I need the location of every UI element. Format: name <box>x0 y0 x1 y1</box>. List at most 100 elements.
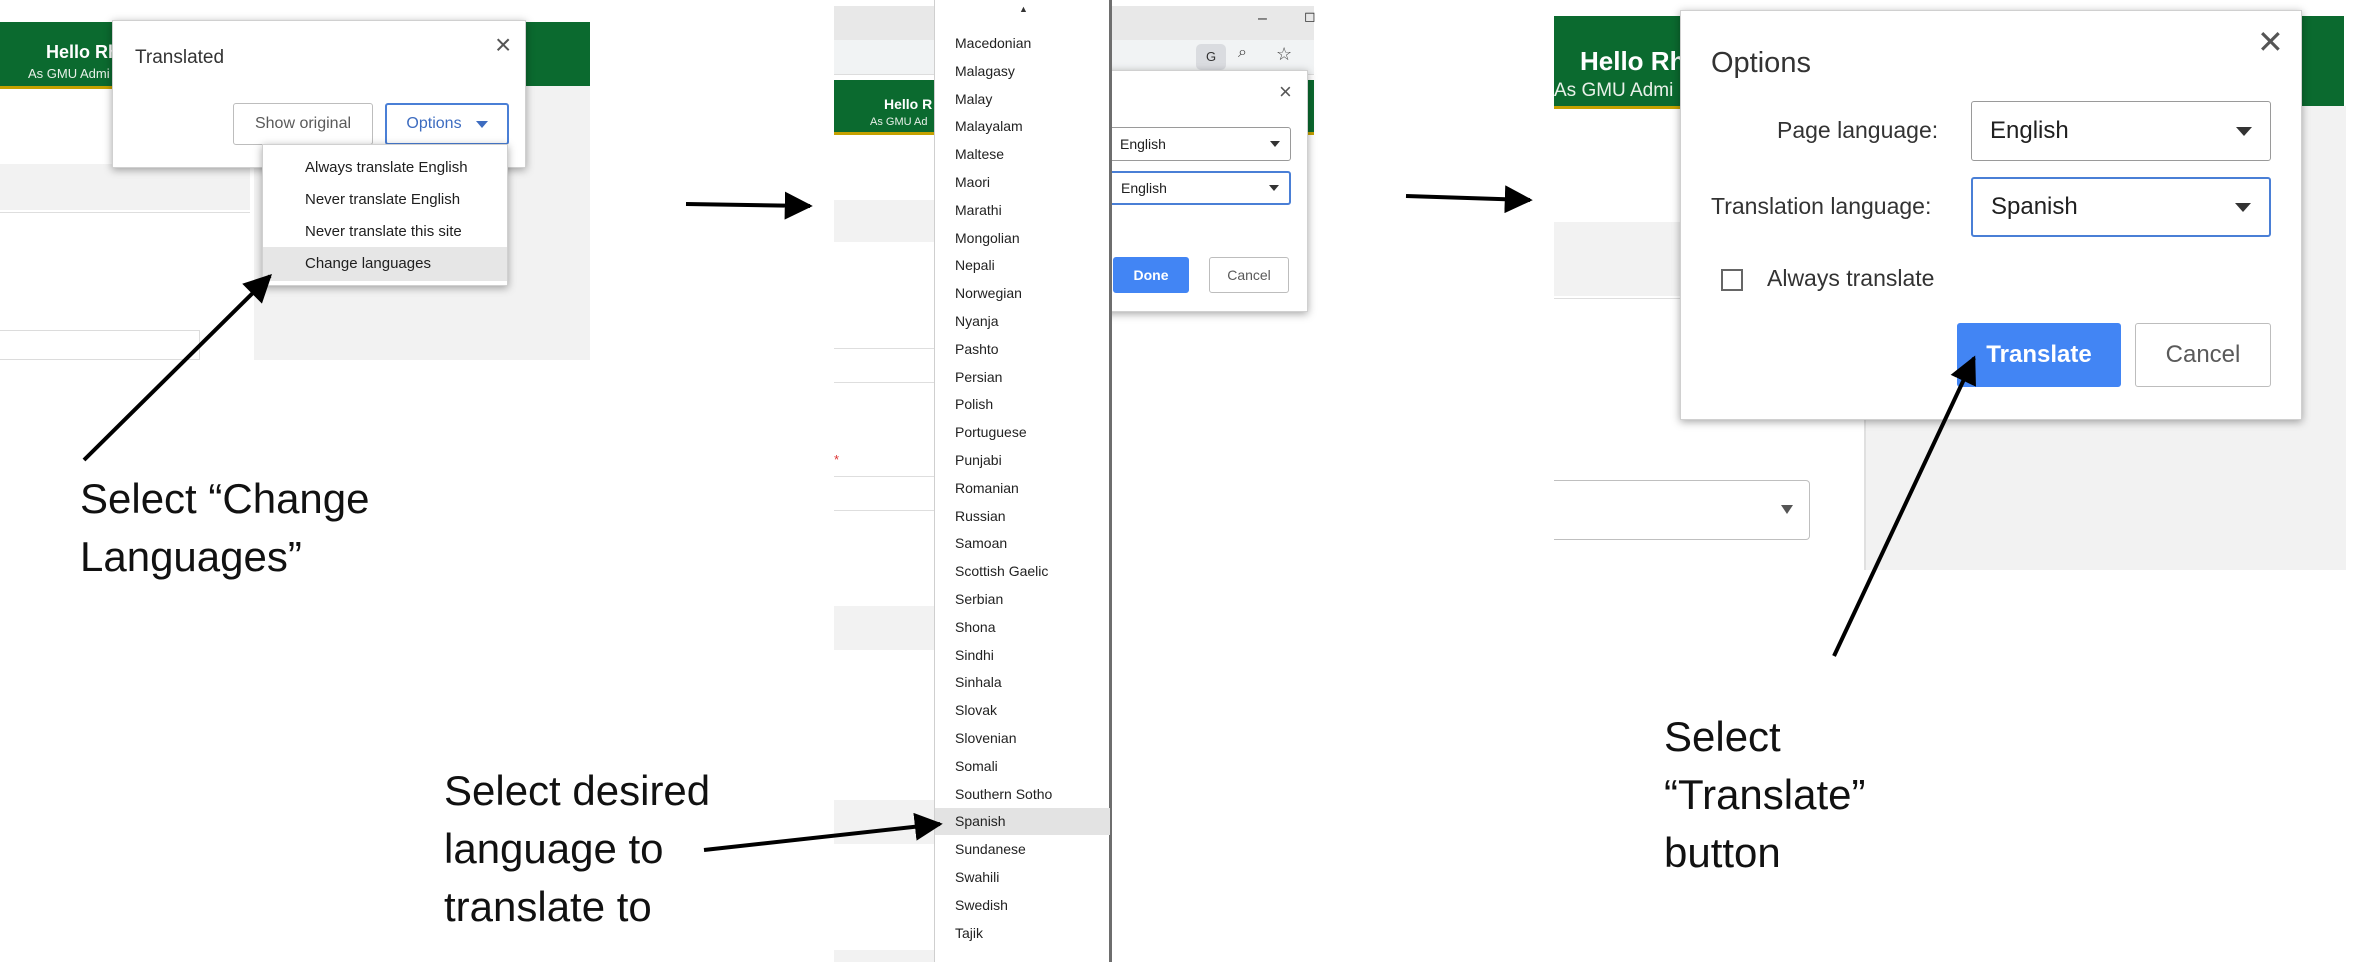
show-original-button[interactable]: Show original <box>233 103 373 145</box>
language-option[interactable]: Somali <box>935 753 1110 780</box>
close-icon[interactable]: × <box>1279 79 1292 105</box>
language-option[interactable]: Slovenian <box>935 725 1110 752</box>
language-dropdown-list: ▲ Macedonian Malagasy Malay Malayalam Maltes… <box>934 0 1112 962</box>
caption-line: Select <box>1664 713 1781 760</box>
zoom-icon[interactable]: ⌕ <box>1238 44 1247 62</box>
chevron-down-icon <box>475 120 488 128</box>
panel-1-screenshot: Hello Rh As GMU Admi Translated × Show o… <box>0 0 590 360</box>
menu-item-never-translate-site[interactable]: Never translate this site <box>305 223 462 240</box>
options-dialog: Options ✕ Page language: English Transla… <box>1680 10 2302 420</box>
language-option[interactable]: Macedonian <box>935 30 1110 57</box>
language-option[interactable]: Malagasy <box>935 58 1110 85</box>
header-greeting: Hello Rh <box>1580 46 1686 76</box>
divider <box>834 510 934 511</box>
always-translate-checkbox[interactable] <box>1721 269 1743 291</box>
language-option[interactable]: Malay <box>935 86 1110 113</box>
language-option[interactable]: Tajik <box>935 920 1110 947</box>
header-subtitle: As GMU Admi <box>28 66 110 81</box>
language-option[interactable]: Swedish <box>935 892 1110 919</box>
required-asterisk: * <box>834 452 840 467</box>
chevron-down-icon <box>1270 141 1280 147</box>
cancel-button[interactable]: Cancel <box>2135 323 2271 387</box>
translate-button[interactable]: Translate <box>1957 323 2121 387</box>
language-option[interactable]: Sindhi <box>935 642 1110 669</box>
language-option[interactable]: Southern Sotho <box>935 781 1110 808</box>
header-subtitle: As GMU Admi <box>1554 80 1674 101</box>
chevron-down-icon <box>1269 185 1279 191</box>
divider <box>0 212 250 213</box>
translation-language-select[interactable]: Spanish <box>1971 177 2271 237</box>
header-greeting: Hello R <box>884 96 933 112</box>
language-option[interactable]: Slovak <box>935 697 1110 724</box>
page-section <box>834 800 934 844</box>
language-option[interactable]: Norwegian <box>935 280 1110 307</box>
caption-line: Languages” <box>80 533 302 580</box>
caption-line: Select desired <box>444 767 711 814</box>
close-icon[interactable]: ✕ <box>2257 23 2284 61</box>
caption-line: language to <box>444 825 664 872</box>
done-button[interactable]: Done <box>1113 257 1189 293</box>
language-option[interactable]: Sundanese <box>935 836 1110 863</box>
language-option[interactable]: Russian <box>935 503 1110 530</box>
language-option[interactable]: Portuguese <box>935 419 1110 446</box>
dialog-title: Options <box>1711 47 1811 79</box>
language-option[interactable]: Serbian <box>935 586 1110 613</box>
chevron-down-icon <box>1781 505 1793 514</box>
caption-line: Select “Change <box>80 475 370 522</box>
language-option[interactable]: Scottish Gaelic <box>935 558 1110 585</box>
divider <box>834 382 934 383</box>
language-option[interactable]: Pashto <box>935 336 1110 363</box>
translation-language-select[interactable]: English <box>1109 171 1291 205</box>
bookmark-star-icon[interactable]: ☆ <box>1276 44 1292 65</box>
language-option[interactable]: Sinhala <box>935 669 1110 696</box>
select-value: English <box>1120 136 1166 152</box>
scroll-up-icon[interactable]: ▲ <box>1019 4 1028 14</box>
caption-step3: Select “Translate” button <box>1664 708 1866 882</box>
translate-options-popup: × English English Done Cancel <box>1104 70 1308 312</box>
page-section <box>834 950 934 962</box>
page-select-stub <box>0 330 200 360</box>
menu-item-change-languages[interactable]: Change languages <box>263 247 507 281</box>
translate-icon[interactable]: G <box>1196 44 1226 70</box>
divider <box>834 348 934 349</box>
language-option[interactable]: Samoan <box>935 530 1110 557</box>
language-option[interactable]: Mongolian <box>935 225 1110 252</box>
header-subtitle: As GMU Ad <box>870 116 928 128</box>
page-section <box>834 606 934 650</box>
caption-line: button <box>1664 829 1781 876</box>
divider <box>834 476 934 477</box>
caption-line: “Translate” <box>1664 771 1866 818</box>
menu-item-label: Change languages <box>305 255 431 272</box>
language-option[interactable]: Nepali <box>935 252 1110 279</box>
options-button[interactable]: Options <box>385 103 509 145</box>
language-option[interactable]: Shona <box>935 614 1110 641</box>
page-language-select[interactable]: English <box>1109 127 1291 161</box>
panel-3-screenshot: Hello Rh As GMU Admi Options ✕ Page lang… <box>1554 0 2346 570</box>
language-option[interactable]: Maltese <box>935 141 1110 168</box>
language-option[interactable]: Malayalam <box>935 113 1110 140</box>
close-icon[interactable]: × <box>495 29 511 61</box>
language-option[interactable]: Swahili <box>935 864 1110 891</box>
language-option[interactable]: Persian <box>935 364 1110 391</box>
maximize-icon[interactable]: ◻ <box>1304 8 1316 25</box>
flow-arrow-2-to-3 <box>1405 185 1533 214</box>
language-option[interactable]: Spanish <box>935 808 1110 836</box>
panel-2-screenshot: – ◻ G ⌕ ☆ Hello R As GMU Ad * × English … <box>834 0 1316 962</box>
menu-item-never-translate[interactable]: Never translate English <box>305 191 460 208</box>
language-option[interactable]: Maori <box>935 169 1110 196</box>
page-language-select[interactable]: English <box>1971 101 2271 161</box>
language-option[interactable]: Punjabi <box>935 447 1110 474</box>
flow-arrow-1-to-2 <box>685 191 813 220</box>
translation-language-label: Translation language: <box>1711 193 1932 219</box>
language-option[interactable]: Romanian <box>935 475 1110 502</box>
minimize-icon[interactable]: – <box>1258 10 1267 28</box>
language-option[interactable]: Marathi <box>935 197 1110 224</box>
page-select-stub[interactable] <box>1554 480 1810 540</box>
cancel-button[interactable]: Cancel <box>1209 257 1289 293</box>
caption-step1: Select “Change Languages” <box>80 470 370 586</box>
language-option[interactable]: Polish <box>935 391 1110 418</box>
page-language-label: Page language: <box>1777 117 1939 143</box>
language-option[interactable]: Nyanja <box>935 308 1110 335</box>
menu-item-always-translate[interactable]: Always translate English <box>305 159 468 176</box>
select-value: English <box>1990 117 2069 144</box>
